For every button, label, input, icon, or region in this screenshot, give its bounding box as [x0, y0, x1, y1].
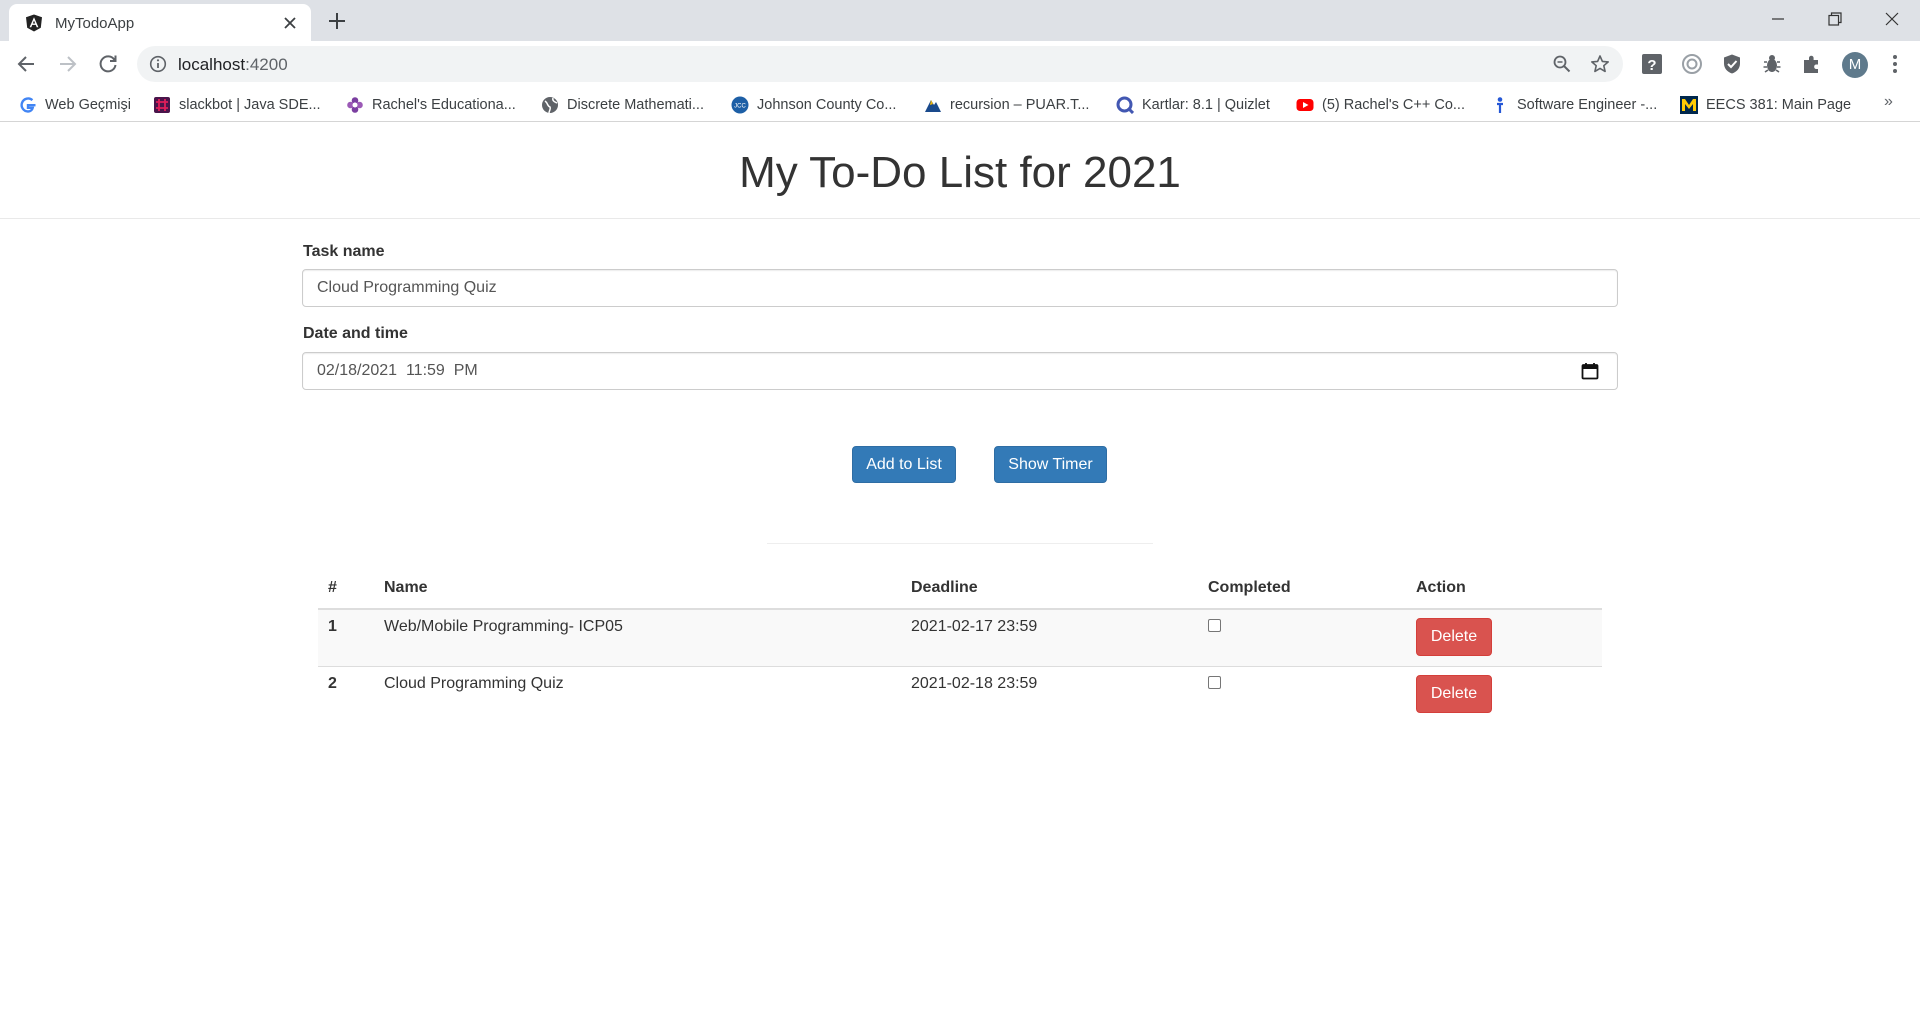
restore-button[interactable]: [1806, 0, 1863, 36]
google-icon: [20, 97, 36, 113]
task-name-value: Cloud Programming Quiz: [317, 279, 497, 296]
help-extension-icon[interactable]: ?: [1641, 53, 1663, 75]
tab-title: MyTodoApp: [55, 15, 135, 32]
person-icon: [1497, 97, 1503, 113]
youtube-icon: [1296, 99, 1314, 111]
date-time-input[interactable]: 02/18/2021 11:59 PM: [302, 352, 1618, 390]
url-port: :4200: [245, 55, 288, 74]
bookmark-label: Johnson County Co...: [757, 97, 897, 113]
close-icon[interactable]: [280, 13, 300, 33]
completed-checkbox[interactable]: [1208, 619, 1221, 632]
table-header-row: # Name Deadline Completed Action: [318, 568, 1602, 610]
bookmarks-bar: Web Geçmişi slackbot | Java SDE... Rache…: [0, 87, 1920, 122]
svg-text:?: ?: [1647, 57, 1656, 74]
task-name-input[interactable]: Cloud Programming Quiz: [302, 269, 1618, 307]
tab-strip: MyTodoApp: [0, 0, 1920, 41]
circle-extension-icon[interactable]: [1681, 53, 1703, 75]
column-header-number: #: [318, 568, 374, 610]
delete-button[interactable]: Delete: [1416, 674, 1492, 713]
plus-icon[interactable]: [326, 10, 348, 32]
bookmark-label: Web Geçmişi: [45, 97, 131, 113]
angular-icon: [26, 14, 42, 32]
todo-table: # Name Deadline Completed Action 1 Web/M…: [318, 568, 1602, 723]
table-row: 2 Cloud Programming Quiz 2021-02-18 23:5…: [318, 665, 1602, 723]
url-host: localhost: [178, 55, 246, 74]
task-name-label: Task name: [303, 243, 385, 260]
divider: [767, 543, 1153, 544]
calendar-icon[interactable]: [1581, 362, 1599, 380]
bookmark-slackbot[interactable]: slackbot | Java SDE...: [153, 94, 321, 116]
column-header-action: Action: [1406, 568, 1602, 610]
bookmark-johnson-county[interactable]: JCC Johnson County Co...: [731, 94, 896, 116]
add-to-list-button[interactable]: Add to List: [852, 446, 956, 483]
reload-icon[interactable]: [95, 51, 121, 77]
close-window-button[interactable]: [1863, 0, 1920, 36]
close-icon: [1885, 12, 1899, 26]
deadline-cell: 2021-02-17 23:59: [901, 609, 1198, 666]
more-vertical-icon[interactable]: [1885, 53, 1905, 75]
bookmark-label: (5) Rachel's C++ Co...: [1322, 97, 1465, 113]
bookmark-youtube[interactable]: (5) Rachel's C++ Co...: [1296, 94, 1465, 116]
jccc-icon: JCC: [731, 96, 749, 114]
globe-icon: [542, 97, 558, 114]
task-name-cell: Web/Mobile Programming- ICP05: [374, 609, 901, 666]
bookmark-label: Discrete Mathemati...: [567, 97, 704, 113]
bookmark-web-gecmisi[interactable]: Web Geçmişi: [19, 94, 131, 116]
profile-avatar[interactable]: M: [1842, 52, 1868, 78]
bookmark-eecs-381[interactable]: EECS 381: Main Page: [1680, 94, 1851, 116]
url-text[interactable]: localhost:4200: [178, 55, 288, 75]
task-name-cell: Cloud Programming Quiz: [374, 665, 901, 723]
bookmark-label: Software Engineer -...: [1517, 97, 1658, 113]
date-time-label: Date and time: [303, 325, 408, 342]
column-header-deadline: Deadline: [901, 568, 1198, 610]
delete-button[interactable]: Delete: [1416, 618, 1492, 656]
svg-text:JCC: JCC: [734, 104, 746, 110]
completed-checkbox[interactable]: [1208, 675, 1221, 689]
shield-icon[interactable]: [1721, 53, 1743, 75]
info-icon[interactable]: [149, 55, 167, 73]
mountain-icon: [925, 100, 941, 112]
row-number: 2: [318, 665, 374, 723]
forward-arrow-icon[interactable]: [54, 51, 80, 77]
browser-tab[interactable]: MyTodoApp: [9, 4, 311, 41]
more-bookmarks-button[interactable]: »: [1884, 93, 1893, 111]
quizlet-icon: [1116, 96, 1134, 114]
completed-cell: [1198, 609, 1406, 666]
page-header: My To-Do List for 2021: [0, 122, 1920, 219]
date-time-value: 02/18/2021 11:59 PM: [317, 362, 478, 379]
star-icon[interactable]: [1590, 54, 1610, 74]
bug-icon[interactable]: [1761, 53, 1783, 75]
bookmark-label: EECS 381: Main Page: [1706, 97, 1852, 113]
zoom-icon[interactable]: [1552, 54, 1572, 74]
bookmark-discrete-mathematics[interactable]: Discrete Mathemati...: [541, 94, 704, 116]
action-cell: Delete: [1406, 665, 1602, 723]
slack-icon: [154, 97, 170, 113]
bookmark-rachels-educational[interactable]: Rachel's Educationa...: [346, 94, 516, 116]
puzzle-icon[interactable]: [1801, 53, 1823, 75]
address-bar[interactable]: localhost:4200: [137, 46, 1623, 82]
bookmark-label: recursion – PUAR.T...: [950, 97, 1090, 113]
bookmark-recursion[interactable]: recursion – PUAR.T...: [924, 94, 1089, 116]
back-arrow-icon[interactable]: [14, 51, 40, 77]
column-header-completed: Completed: [1198, 568, 1406, 610]
bookmark-label: Rachel's Educationa...: [372, 97, 516, 113]
minimize-icon: [1772, 18, 1784, 20]
minimize-button[interactable]: [1749, 0, 1806, 36]
browser-toolbar: localhost:4200 ? M: [0, 41, 1920, 87]
bookmark-software-engineer[interactable]: Software Engineer -...: [1491, 94, 1657, 116]
action-cell: Delete: [1406, 609, 1602, 666]
show-timer-button[interactable]: Show Timer: [994, 446, 1107, 483]
table-row: 1 Web/Mobile Programming- ICP05 2021-02-…: [318, 609, 1602, 666]
michigan-icon: [1680, 96, 1698, 114]
row-number: 1: [318, 609, 374, 666]
deadline-cell: 2021-02-18 23:59: [901, 665, 1198, 723]
page-title: My To-Do List for 2021: [739, 148, 1181, 197]
completed-cell: [1198, 665, 1406, 723]
flower-icon: [347, 97, 363, 113]
restore-icon: [1828, 12, 1842, 26]
bookmark-quizlet[interactable]: Kartlar: 8.1 | Quizlet: [1116, 94, 1270, 116]
bookmark-label: Kartlar: 8.1 | Quizlet: [1142, 97, 1270, 113]
bookmark-label: slackbot | Java SDE...: [179, 97, 321, 113]
column-header-name: Name: [374, 568, 901, 610]
